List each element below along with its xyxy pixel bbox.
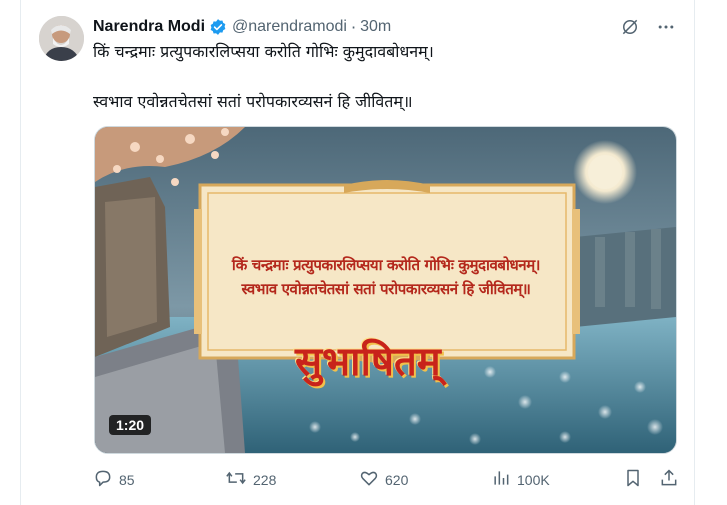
verified-badge-icon [209, 18, 227, 36]
bookmark-button[interactable] [623, 468, 649, 491]
post-time[interactable]: 30m [360, 18, 391, 36]
video-player[interactable]: किं चन्द्रमाः प्रत्युपकारलिप्सया करोति ग… [94, 126, 677, 454]
avatar[interactable] [39, 16, 84, 61]
like-count: 620 [385, 471, 409, 488]
author-handle[interactable]: @narendramodi [232, 18, 347, 36]
top-icons [620, 17, 676, 37]
subhashitam-title: सुभाषितम् [295, 338, 441, 385]
scroll-verse-line-1: किं चन्द्रमाः प्रत्युपकारलिप्सया करोति ग… [231, 256, 541, 274]
reply-icon [93, 468, 119, 491]
tweet-card[interactable]: Narendra Modi @narendramodi · 30m किं चन… [20, 0, 695, 505]
video-duration: 1:20 [109, 415, 152, 435]
reply-count: 85 [119, 471, 135, 488]
action-bar: 85 228 620 100K [93, 468, 679, 490]
author-name[interactable]: Narendra Modi [93, 18, 205, 36]
repost-count: 228 [253, 471, 277, 488]
post-text-line-2: स्वभाव एवोन्नतचेतसां सतां परोपकारव्यसनं … [93, 92, 413, 111]
more-icon[interactable] [656, 17, 676, 37]
views-icon [491, 468, 517, 491]
tweet-header: Narendra Modi @narendramodi · 30m [93, 16, 391, 38]
views-count: 100K [517, 471, 550, 488]
grok-icon[interactable] [620, 17, 640, 37]
share-button[interactable] [659, 468, 685, 491]
repost-icon [225, 468, 253, 491]
like-button[interactable]: 620 [359, 468, 408, 491]
scroll-verse-line-2: स्वभाव एवोन्नतचेतसां सतां परोपकारव्यसनं … [241, 280, 531, 298]
like-icon [359, 468, 385, 491]
post-text-line-1: किं चन्द्रमाः प्रत्युपकारलिप्सया करोति ग… [93, 42, 434, 61]
separator-dot: · [350, 17, 357, 37]
repost-button[interactable]: 228 [225, 468, 276, 491]
views-button[interactable]: 100K [491, 468, 550, 491]
reply-button[interactable]: 85 [93, 468, 135, 491]
share-icon [659, 468, 685, 491]
bookmark-icon [623, 468, 649, 491]
